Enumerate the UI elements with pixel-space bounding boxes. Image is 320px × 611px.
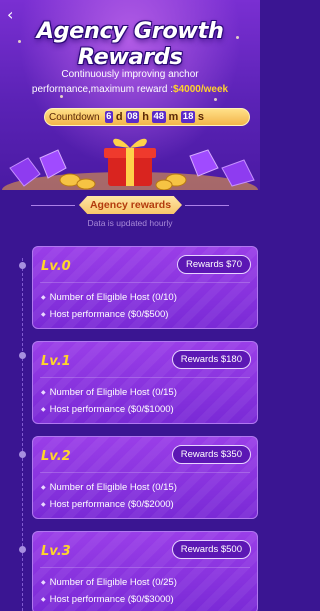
card-divider (40, 377, 250, 378)
reward-description: Continuously improving anchor performanc… (4, 67, 256, 97)
timeline-dot (19, 546, 26, 553)
countdown-bar: Countdown 6d 08 h 48 m 18 s (44, 108, 250, 126)
description-line-2: performance,maximum reward :$4000/week (4, 82, 256, 97)
level-label: Lv.2 (41, 449, 71, 464)
host-performance-text: Host performance ($0/$1000) (49, 404, 174, 415)
eligible-host-text: Number of Eligible Host (0/15) (49, 482, 177, 493)
countdown-seconds-unit: s (197, 111, 204, 123)
countdown-minutes: 48 (151, 111, 166, 123)
countdown-days: 6 (104, 111, 113, 123)
page-title: Agency Growth Rewards (36, 18, 224, 70)
diamond-bullet-icon: ◆ (41, 312, 46, 318)
gift-treasure-illustration (2, 138, 258, 190)
max-reward-amount: $4000/week (173, 84, 229, 95)
host-performance-requirement: ◆ Host performance ($0/$500) (41, 309, 168, 320)
level-card-lv0: Lv.0 Rewards $70 ◆ Number of Eligible Hos… (32, 246, 258, 329)
eligible-host-text: Number of Eligible Host (0/25) (49, 577, 177, 588)
timeline-dot (19, 352, 26, 359)
countdown-hours-unit: h (142, 111, 149, 123)
host-performance-text: Host performance ($0/$2000) (49, 499, 174, 510)
host-performance-requirement: ◆ Host performance ($0/$1000) (41, 404, 174, 415)
eligible-host-requirement: ◆ Number of Eligible Host (0/15) (41, 482, 177, 493)
diamond-bullet-icon: ◆ (41, 580, 46, 586)
diamond-bullet-icon: ◆ (41, 295, 46, 301)
level-label: Lv.0 (41, 259, 71, 274)
section-subtitle: Data is updated hourly (87, 218, 173, 228)
diamond-bullet-icon: ◆ (41, 390, 46, 396)
timeline-line (22, 258, 23, 611)
host-performance-text: Host performance ($0/$3000) (49, 594, 174, 605)
card-divider (40, 282, 250, 283)
level-card-lv3: Lv.3 Rewards $500 ◆ Number of Eligible Ho… (32, 531, 258, 611)
countdown-days-unit: d (115, 111, 123, 123)
rewards-button[interactable]: Rewards $70 (177, 255, 251, 274)
description-line-2-prefix: performance,maximum reward : (31, 84, 174, 95)
host-performance-requirement: ◆ Host performance ($0/$2000) (41, 499, 174, 510)
card-divider (40, 567, 250, 568)
eligible-host-requirement: ◆ Number of Eligible Host (0/15) (41, 387, 177, 398)
ribbon-line-right (185, 205, 229, 206)
eligible-host-text: Number of Eligible Host (0/10) (49, 292, 177, 303)
eligible-host-requirement: ◆ Number of Eligible Host (0/10) (41, 292, 177, 303)
level-label: Lv.1 (41, 354, 71, 369)
host-performance-requirement: ◆ Host performance ($0/$3000) (41, 594, 174, 605)
timeline-dot (19, 451, 26, 458)
level-card-lv2: Lv.2 Rewards $350 ◆ Number of Eligible Ho… (32, 436, 258, 519)
countdown-label: Countdown (49, 111, 100, 123)
level-label: Lv.3 (41, 544, 71, 559)
diamond-bullet-icon: ◆ (41, 502, 46, 508)
level-card-lv1: Lv.1 Rewards $180 ◆ Number of Eligible Ho… (32, 341, 258, 424)
countdown-minutes-unit: m (168, 111, 179, 123)
ribbon-line-left (31, 205, 75, 206)
sparkle-decoration (214, 98, 217, 101)
description-line-1: Continuously improving anchor (61, 69, 199, 80)
timeline-dot (19, 262, 26, 269)
countdown-hours: 08 (125, 111, 140, 123)
diamond-bullet-icon: ◆ (41, 485, 46, 491)
section-title: Agency rewards (79, 196, 182, 214)
rewards-button[interactable]: Rewards $500 (171, 540, 251, 559)
eligible-host-requirement: ◆ Number of Eligible Host (0/25) (41, 577, 177, 588)
host-performance-text: Host performance ($0/$500) (49, 309, 169, 320)
header-banner: ‹ Agency Growth Rewards Continuously imp… (0, 0, 260, 190)
diamond-bullet-icon: ◆ (41, 407, 46, 413)
rewards-button[interactable]: Rewards $180 (171, 350, 251, 369)
card-divider (40, 472, 250, 473)
diamond-bullet-icon: ◆ (41, 597, 46, 603)
countdown-seconds: 18 (181, 111, 195, 123)
section-header: Agency rewards (0, 196, 260, 216)
rewards-button[interactable]: Rewards $350 (171, 445, 251, 464)
eligible-host-text: Number of Eligible Host (0/15) (49, 387, 177, 398)
